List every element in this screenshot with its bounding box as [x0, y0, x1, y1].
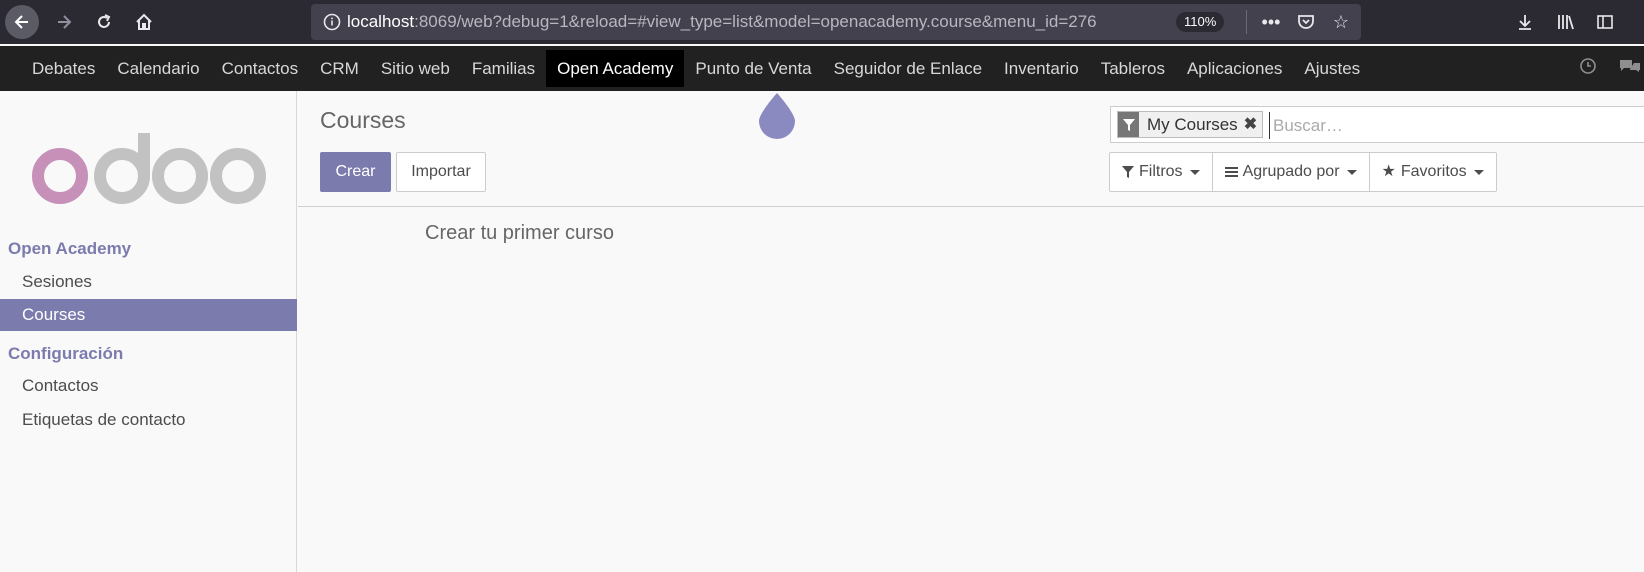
menu-open-academy[interactable]: Open Academy: [546, 50, 685, 87]
library-icon[interactable]: [1552, 8, 1580, 36]
menu-crm[interactable]: CRM: [309, 50, 370, 87]
menu-aplicaciones[interactable]: Aplicaciones: [1176, 50, 1293, 87]
menu-familias[interactable]: Familias: [461, 50, 546, 87]
pocket-icon[interactable]: [1292, 8, 1320, 36]
sidebar-item-contactos[interactable]: Contactos: [0, 370, 297, 402]
sidebar-section-open-academy[interactable]: Open Academy: [8, 239, 131, 259]
arrow-left-icon: [14, 15, 28, 29]
star-icon: ★: [1381, 163, 1396, 180]
empty-view-help: Crear tu primer curso: [425, 222, 614, 244]
bars-icon: [1224, 167, 1238, 177]
main-content: Courses Crear Importar My Courses ✖ Filt…: [298, 91, 1644, 572]
search-box[interactable]: My Courses ✖: [1110, 106, 1644, 143]
favorites-button[interactable]: ★ Favoritos: [1370, 153, 1496, 191]
menu-sitio-web[interactable]: Sitio web: [370, 50, 461, 87]
sidebar: Open Academy Sesiones Courses Configurac…: [0, 91, 297, 572]
downloads-icon[interactable]: [1511, 8, 1539, 36]
favorites-label: Favoritos: [1400, 163, 1467, 180]
breadcrumb-title: Courses: [320, 107, 406, 133]
back-button[interactable]: [5, 5, 39, 39]
create-button[interactable]: Crear: [320, 152, 391, 192]
menu-calendario[interactable]: Calendario: [106, 50, 210, 87]
forward-button[interactable]: [47, 5, 81, 39]
menu-debates[interactable]: Debates: [21, 50, 106, 87]
loading-drop-icon: [759, 93, 795, 139]
filter-icon: [1118, 112, 1139, 137]
chat-icon[interactable]: [1618, 57, 1642, 80]
sidebar-section-configuracion[interactable]: Configuración: [8, 344, 123, 364]
search-facet-label: My Courses: [1147, 115, 1238, 134]
zoom-indicator[interactable]: 110%: [1176, 12, 1225, 32]
sidebar-item-courses[interactable]: Courses: [0, 299, 297, 331]
menu-seguidor-de-enlace[interactable]: Seguidor de Enlace: [823, 50, 993, 87]
clock-icon[interactable]: [1579, 57, 1597, 80]
menu-tableros[interactable]: Tableros: [1090, 50, 1176, 87]
menu-contactos[interactable]: Contactos: [211, 50, 310, 87]
sidebar-item-etiquetas[interactable]: Etiquetas de contacto: [0, 404, 297, 436]
close-icon[interactable]: ✖: [1244, 112, 1262, 137]
reload-button[interactable]: [87, 5, 121, 39]
odoo-logo: [32, 133, 266, 204]
more-actions-icon[interactable]: •••: [1257, 8, 1285, 36]
filters-button[interactable]: Filtros: [1110, 153, 1213, 191]
search-input[interactable]: [1269, 112, 1629, 139]
home-button[interactable]: [127, 5, 161, 39]
sidebar-icon[interactable]: [1591, 8, 1619, 36]
browser-toolbar: localhost:8069/web?debug=1&reload=#view_…: [0, 0, 1644, 44]
url-host: localhost: [347, 12, 415, 31]
caret-down-icon: [1473, 169, 1484, 175]
groupby-label: Agrupado por: [1242, 163, 1340, 180]
home-icon: [136, 13, 152, 30]
search-options: Filtros Agrupado por ★ Favoritos: [1109, 152, 1497, 192]
menu-inventario[interactable]: Inventario: [993, 50, 1090, 87]
url-path: :8069/web?debug=1&reload=#view_type=list…: [414, 12, 1097, 31]
reload-icon: [98, 14, 111, 28]
groupby-button[interactable]: Agrupado por: [1213, 153, 1370, 191]
url-separator: [1246, 10, 1247, 34]
caret-down-icon: [1346, 169, 1357, 175]
info-icon[interactable]: [317, 13, 347, 31]
sidebar-item-sesiones[interactable]: Sesiones: [0, 266, 297, 298]
import-button[interactable]: Importar: [396, 152, 486, 192]
arrow-right-icon: [58, 15, 72, 29]
star-icon[interactable]: ☆: [1327, 8, 1355, 36]
filters-label: Filtros: [1139, 163, 1183, 180]
menu-punto-de-venta[interactable]: Punto de Venta: [684, 50, 822, 87]
caret-down-icon: [1189, 169, 1200, 175]
funnel-icon: [1122, 166, 1134, 178]
search-facet: My Courses ✖: [1117, 111, 1263, 138]
app-menu-bar: Debates Calendario Contactos CRM Sitio w…: [0, 46, 1644, 91]
menu-ajustes[interactable]: Ajustes: [1293, 50, 1371, 87]
control-panel: Courses Crear Importar My Courses ✖ Filt…: [298, 91, 1644, 207]
